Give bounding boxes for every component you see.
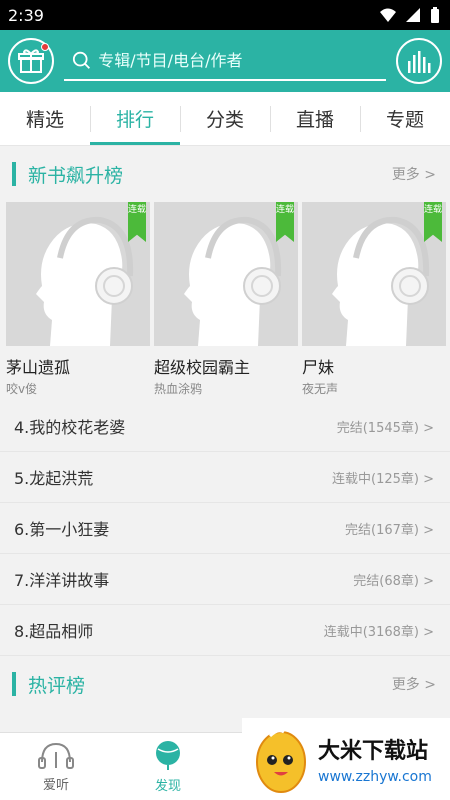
book-author: 咬v俊 [6,382,38,396]
book-card[interactable]: 连载 尸妹 夜无声 [302,202,446,397]
tab-topics[interactable]: 专题 [360,92,450,145]
section-bar [12,162,16,186]
list-item-title: 5.龙起洪荒 [14,469,94,488]
list-item[interactable]: 8.超品相师 连载中(3168章) > [0,605,450,656]
section-title: 新书飙升榜 [12,161,123,188]
book-title: 超级校园霸主 [154,358,251,377]
notification-dot [41,43,49,51]
book-title: 尸妹 [302,358,335,377]
top-bar [0,30,450,92]
book-title: 茅山遗孤 [6,358,71,377]
watermark: 大米下载站 www.zzhyw.com [242,718,450,800]
book-cover: 连载 [6,202,150,346]
wifi-icon [380,8,396,22]
book-card[interactable]: 连载 超级校园霸主 热血涂鸦 [154,202,298,397]
book-cover: 连载 [302,202,446,346]
nav-listen[interactable]: 爱听 [0,733,112,800]
section-title: 热评榜 [12,671,85,698]
list-item[interactable]: 5.龙起洪荒 连载中(125章) > [0,452,450,503]
tab-ranking[interactable]: 排行 [90,92,180,145]
tab-featured[interactable]: 精选 [0,92,90,145]
nav-discover[interactable]: 发现 [112,733,224,800]
headphones-icon [38,742,74,769]
nav-discover-label: 发现 [154,779,181,794]
more-link[interactable]: 更多 > [392,674,436,694]
list-item[interactable]: 4.我的校花老婆 完结(1545章) > [0,401,450,452]
list-item[interactable]: 7.洋洋讲故事 完结(68章) > [0,554,450,605]
search-icon [72,51,91,69]
signal-icon [406,8,420,22]
hot-reviews-header: 热评榜 更多 > [0,656,450,712]
gift-button[interactable] [8,38,54,84]
list-item-title: 8.超品相师 [14,622,94,641]
hot-reviews-title: 热评榜 [28,674,86,697]
status-icons [380,7,440,23]
list-item[interactable]: 6.第一小狂妻 完结(167章) > [0,503,450,554]
book-author: 夜无声 [302,382,339,396]
tab-live[interactable]: 直播 [270,92,360,145]
list-item-status: 完结(167章) > [345,522,434,538]
egg-mascot-icon [256,729,306,793]
watermark-text: 大米下载站 www.zzhyw.com [318,733,432,785]
rank-list: 4.我的校花老婆 完结(1545章) > 5.龙起洪荒 连载中(125章) > … [0,401,450,656]
gift-icon [18,49,44,73]
list-item-title: 6.第一小狂妻 [14,520,110,539]
book-cover: 连载 [154,202,298,346]
category-tabs: 精选 排行 分类 直播 专题 [0,92,450,146]
list-item-status: 完结(1545章) > [336,420,434,436]
list-item-title: 7.洋洋讲故事 [14,571,110,590]
list-item-status: 完结(68章) > [353,573,434,589]
more-link[interactable]: 更多 > [392,164,436,184]
battery-icon [431,7,439,23]
status-bar: 2:39 [0,0,450,30]
globe-icon [156,741,180,770]
status-time: 2:39 [8,5,44,25]
search-input[interactable] [98,50,378,70]
list-item-status: 连载中(125章) > [332,471,434,487]
watermark-url: www.zzhyw.com [318,769,432,785]
new-books-title: 新书飙升榜 [28,164,124,187]
top-books: 连载 茅山遗孤 咬v俊 连载 超级校园霸主 热血涂鸦 连载 尸妹 夜无声 [0,202,450,397]
watermark-name: 大米下载站 [318,739,429,764]
equalizer-icon [408,51,431,73]
search-bar[interactable] [64,41,386,81]
book-author: 热血涂鸦 [154,382,203,396]
section-bar [12,672,16,696]
new-books-header: 新书飙升榜 更多 > [0,146,450,202]
nav-listen-label: 爱听 [42,778,69,793]
tab-categories[interactable]: 分类 [180,92,270,145]
book-card[interactable]: 连载 茅山遗孤 咬v俊 [6,202,150,397]
player-button[interactable] [396,38,442,84]
list-item-title: 4.我的校花老婆 [14,418,126,437]
list-item-status: 连载中(3168章) > [323,624,434,640]
